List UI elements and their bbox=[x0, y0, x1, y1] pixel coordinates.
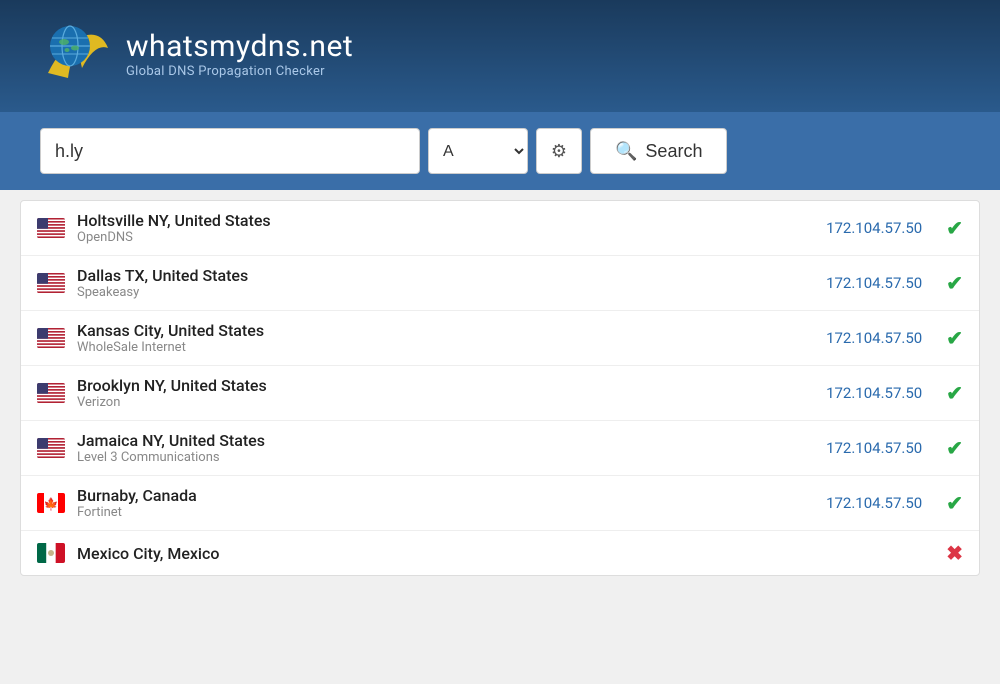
location-info: Brooklyn NY, United States Verizon bbox=[77, 376, 814, 410]
location-name: Jamaica NY, United States bbox=[77, 431, 814, 450]
status-ok-icon: ✔ bbox=[946, 381, 963, 405]
search-bar-area: A AAAA CNAME MX NS PTR SOA SRV TXT ⚙ 🔍 S… bbox=[0, 112, 1000, 190]
svg-text:🍁: 🍁 bbox=[44, 497, 59, 511]
location-info: Kansas City, United States WholeSale Int… bbox=[77, 321, 814, 355]
location-provider: Verizon bbox=[77, 395, 814, 410]
search-button-label: Search bbox=[645, 141, 702, 162]
table-row: Jamaica NY, United States Level 3 Commun… bbox=[21, 421, 979, 476]
status-ok-icon: ✔ bbox=[946, 216, 963, 240]
flag-ca: 🍁 bbox=[37, 493, 65, 513]
location-name: Burnaby, Canada bbox=[77, 486, 814, 505]
flag-us bbox=[37, 328, 65, 348]
status-ok-icon: ✔ bbox=[946, 436, 963, 460]
ip-address: 172.104.57.50 bbox=[826, 329, 922, 347]
location-name: Brooklyn NY, United States bbox=[77, 376, 814, 395]
location-provider: WholeSale Internet bbox=[77, 340, 814, 355]
location-provider: Fortinet bbox=[77, 505, 814, 520]
location-provider: Speakeasy bbox=[77, 285, 814, 300]
table-row: Kansas City, United States WholeSale Int… bbox=[21, 311, 979, 366]
table-row: Holtsville NY, United States OpenDNS 172… bbox=[21, 201, 979, 256]
location-provider: Level 3 Communications bbox=[77, 450, 814, 465]
table-row: 🍁 Burnaby, Canada Fortinet 172.104.57.50… bbox=[21, 476, 979, 531]
ip-address: 172.104.57.50 bbox=[826, 494, 922, 512]
status-fail-icon: ✖ bbox=[946, 541, 963, 565]
site-tagline: Global DNS Propagation Checker bbox=[126, 64, 353, 79]
search-input[interactable] bbox=[40, 128, 420, 174]
settings-button[interactable]: ⚙ bbox=[536, 128, 582, 174]
location-name: Kansas City, United States bbox=[77, 321, 814, 340]
site-header: whatsmydns.net Global DNS Propagation Ch… bbox=[0, 0, 1000, 112]
location-name: Holtsville NY, United States bbox=[77, 211, 814, 230]
flag-us bbox=[37, 383, 65, 403]
location-name: Dallas TX, United States bbox=[77, 266, 814, 285]
location-info: Mexico City, Mexico bbox=[77, 544, 910, 563]
location-info: Burnaby, Canada Fortinet bbox=[77, 486, 814, 520]
search-icon: 🔍 bbox=[615, 141, 637, 162]
logo-container: whatsmydns.net Global DNS Propagation Ch… bbox=[40, 18, 353, 90]
location-name: Mexico City, Mexico bbox=[77, 544, 910, 563]
ip-address: 172.104.57.50 bbox=[826, 219, 922, 237]
flag-mx bbox=[37, 543, 65, 563]
record-type-select[interactable]: A AAAA CNAME MX NS PTR SOA SRV TXT bbox=[428, 128, 528, 174]
location-info: Jamaica NY, United States Level 3 Commun… bbox=[77, 431, 814, 465]
status-ok-icon: ✔ bbox=[946, 491, 963, 515]
results-table: Holtsville NY, United States OpenDNS 172… bbox=[20, 200, 980, 576]
logo-icon bbox=[40, 18, 112, 90]
status-ok-icon: ✔ bbox=[946, 326, 963, 350]
table-row: Dallas TX, United States Speakeasy 172.1… bbox=[21, 256, 979, 311]
table-row: Mexico City, Mexico ✖ bbox=[21, 531, 979, 575]
location-provider: OpenDNS bbox=[77, 230, 814, 245]
ip-address: 172.104.57.50 bbox=[826, 384, 922, 402]
logo-text: whatsmydns.net Global DNS Propagation Ch… bbox=[126, 29, 353, 79]
table-row: Brooklyn NY, United States Verizon 172.1… bbox=[21, 366, 979, 421]
location-info: Dallas TX, United States Speakeasy bbox=[77, 266, 814, 300]
site-title: whatsmydns.net bbox=[126, 29, 353, 64]
status-ok-icon: ✔ bbox=[946, 271, 963, 295]
ip-address: 172.104.57.50 bbox=[826, 274, 922, 292]
search-button[interactable]: 🔍 Search bbox=[590, 128, 727, 174]
ip-address: 172.104.57.50 bbox=[826, 439, 922, 457]
flag-us bbox=[37, 438, 65, 458]
flag-us bbox=[37, 273, 65, 293]
gear-icon: ⚙ bbox=[551, 141, 567, 162]
location-info: Holtsville NY, United States OpenDNS bbox=[77, 211, 814, 245]
flag-us bbox=[37, 218, 65, 238]
